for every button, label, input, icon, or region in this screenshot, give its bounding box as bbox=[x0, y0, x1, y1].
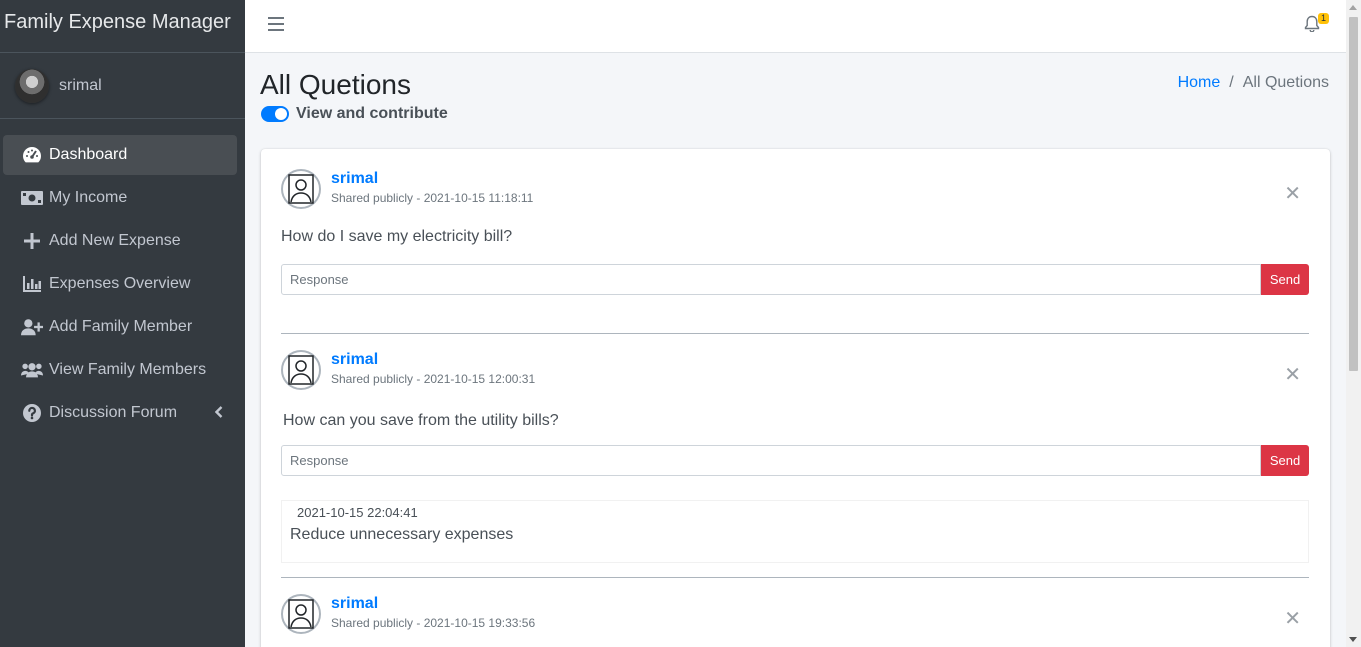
user-plus-icon bbox=[21, 317, 43, 337]
question-post: srimal Shared publicly - 2021-10-15 12:0… bbox=[281, 350, 1309, 565]
close-icon[interactable]: ✕ bbox=[1284, 609, 1301, 629]
reply-text: Reduce unnecessary expenses bbox=[290, 526, 514, 543]
post-question: How can you save from the utility bills? bbox=[283, 412, 559, 429]
close-icon[interactable]: ✕ bbox=[1284, 365, 1301, 385]
post-meta: Shared publicly - 2021-10-15 11:18:11 bbox=[331, 191, 534, 205]
sidebar-item-add-family-member[interactable]: Add Family Member bbox=[3, 307, 237, 347]
money-bill-icon bbox=[21, 188, 43, 208]
post-author-link[interactable]: srimal bbox=[331, 170, 378, 188]
user-avatar-icon bbox=[281, 350, 321, 390]
page-scrollbar[interactable] bbox=[1346, 0, 1361, 647]
notification-badge: 1 bbox=[1318, 13, 1330, 24]
question-post: srimal Shared publicly - 2021-10-15 19:3… bbox=[281, 594, 1309, 647]
response-input[interactable] bbox=[281, 445, 1261, 476]
sidebar-item-label: Expenses Overview bbox=[49, 275, 191, 292]
users-icon bbox=[21, 360, 43, 380]
toggle-label[interactable]: View and contribute bbox=[296, 105, 448, 123]
post-meta: Shared publicly - 2021-10-15 19:33:56 bbox=[331, 616, 536, 630]
sidebar-nav: Dashboard My Income Add New Expense Expe… bbox=[0, 119, 245, 433]
breadcrumb-separator: / bbox=[1229, 74, 1234, 91]
post-meta: Shared publicly - 2021-10-15 12:00:31 bbox=[331, 372, 536, 386]
breadcrumb: Home / All Quetions bbox=[1178, 74, 1329, 92]
brand-title[interactable]: Family Expense Manager bbox=[0, 0, 245, 53]
send-button[interactable]: Send bbox=[1261, 264, 1309, 295]
send-button[interactable]: Send bbox=[1261, 445, 1309, 476]
menu-toggle-icon[interactable] bbox=[268, 17, 284, 31]
reply-item: 2021-10-15 22:04:41 Reduce unnecessary e… bbox=[281, 500, 1309, 563]
sidebar-item-view-family-members[interactable]: View Family Members bbox=[3, 350, 237, 390]
view-contribute-toggle[interactable] bbox=[261, 106, 289, 122]
sidebar-item-expenses-overview[interactable]: Expenses Overview bbox=[3, 264, 237, 304]
post-divider bbox=[281, 577, 1309, 578]
post-divider bbox=[281, 333, 1309, 334]
close-icon[interactable]: ✕ bbox=[1284, 184, 1301, 204]
plus-icon bbox=[21, 231, 43, 251]
sidebar-item-label: View Family Members bbox=[49, 361, 207, 378]
avatar bbox=[15, 68, 49, 103]
chevron-left-icon bbox=[214, 405, 223, 423]
sidebar-item-label: Add Family Member bbox=[49, 318, 193, 335]
user-panel[interactable]: srimal bbox=[0, 53, 245, 119]
scroll-thumb[interactable] bbox=[1349, 17, 1358, 371]
sidebar: Family Expense Manager srimal Dashboard … bbox=[0, 0, 245, 647]
scroll-up-arrow-icon[interactable] bbox=[1349, 5, 1357, 10]
page-title: All Quetions bbox=[260, 69, 411, 100]
sidebar-item-dashboard[interactable]: Dashboard bbox=[3, 135, 237, 175]
post-author-link[interactable]: srimal bbox=[331, 595, 378, 613]
reply-timestamp: 2021-10-15 22:04:41 bbox=[297, 505, 418, 520]
question-circle-icon bbox=[21, 403, 43, 423]
sidebar-item-label: My Income bbox=[49, 189, 128, 206]
sidebar-item-label: Dashboard bbox=[49, 146, 128, 163]
question-post: srimal Shared publicly - 2021-10-15 11:1… bbox=[281, 169, 1309, 299]
breadcrumb-current: All Quetions bbox=[1242, 74, 1329, 91]
post-author-link[interactable]: srimal bbox=[331, 351, 378, 369]
sidebar-item-add-new-expense[interactable]: Add New Expense bbox=[3, 221, 237, 261]
questions-card: srimal Shared publicly - 2021-10-15 11:1… bbox=[261, 149, 1330, 647]
sidebar-item-discussion-forum[interactable]: Discussion Forum bbox=[3, 393, 237, 433]
user-avatar-icon bbox=[281, 169, 321, 209]
post-question: How do I save my electricity bill? bbox=[281, 228, 513, 245]
toggle-knob bbox=[275, 108, 287, 120]
tachometer-icon bbox=[21, 145, 43, 165]
breadcrumb-home-link[interactable]: Home bbox=[1178, 74, 1221, 92]
bar-chart-icon bbox=[21, 274, 43, 294]
sidebar-item-my-income[interactable]: My Income bbox=[3, 178, 237, 218]
sidebar-item-label: Discussion Forum bbox=[49, 404, 178, 421]
user-name[interactable]: srimal bbox=[59, 77, 102, 95]
response-input[interactable] bbox=[281, 264, 1261, 295]
scroll-down-arrow-icon[interactable] bbox=[1349, 637, 1357, 642]
sidebar-item-label: Add New Expense bbox=[49, 232, 181, 249]
top-navbar: 1 bbox=[245, 0, 1346, 53]
user-avatar-icon bbox=[281, 594, 321, 634]
